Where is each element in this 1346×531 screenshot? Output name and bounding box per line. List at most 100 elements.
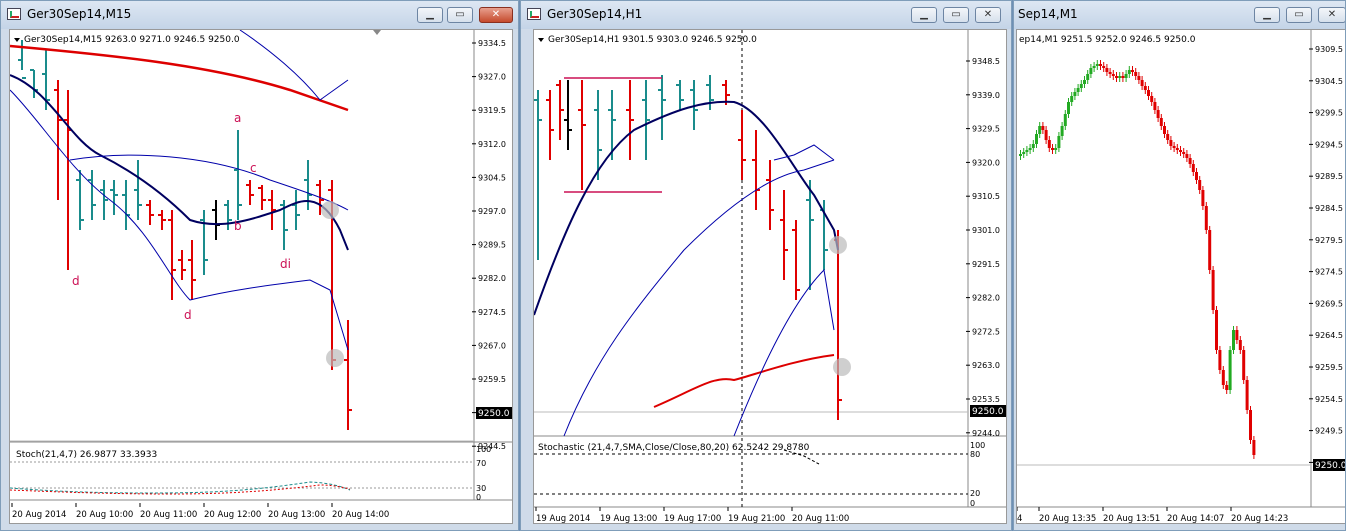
chart-header: Ger30Sep14,M15 9263.0 9271.0 9246.5 9250… (24, 35, 240, 45)
candle (1208, 230, 1212, 270)
x-tick-label: 20 Aug 13:35 (1039, 514, 1096, 523)
candle (1188, 158, 1192, 164)
candle (1147, 90, 1150, 96)
candle (1047, 140, 1051, 148)
wave-label: d (184, 308, 192, 322)
signal-marker (326, 349, 344, 367)
minimize-button[interactable]: ▁ (417, 7, 443, 23)
candle (1228, 350, 1232, 390)
y-tick-label: 9304.5 (478, 173, 506, 182)
x-tick-label: 19 Aug 2014 (536, 514, 590, 523)
candle (1095, 64, 1099, 66)
candle (1140, 80, 1144, 86)
candle (1153, 102, 1157, 110)
minimize-button[interactable]: ▁ (1254, 7, 1280, 23)
candle (1079, 84, 1083, 88)
y-tick-label: 9249.5 (1315, 427, 1343, 436)
close-button[interactable]: ✕ (1318, 7, 1345, 23)
candle (1038, 126, 1042, 134)
y-tick-label: 9289.5 (1315, 172, 1343, 181)
candle (1131, 70, 1134, 72)
candle (1238, 340, 1242, 350)
candle (1044, 130, 1048, 140)
y-tick-label: 9274.5 (1315, 268, 1343, 277)
h1-chart-svg: Ger30Sep14,H1 9301.5 9303.0 9246.5 9250.… (533, 30, 1006, 524)
window-titlebar[interactable]: Ger30Sep14,M15 ▁ ▭ ✕ (1, 1, 518, 29)
maximize-button[interactable]: ▭ (447, 7, 473, 23)
chart-area[interactable]: ep14,M1 9251.5 9252.0 9246.5 9250.0 9309… (1016, 29, 1346, 524)
x-tick-label: 20 Aug 11:00 (140, 510, 197, 520)
sub-tick: 100 (476, 445, 491, 454)
y-tick-label: 9289.5 (478, 241, 506, 250)
candle (1022, 152, 1026, 154)
close-button[interactable]: ✕ (975, 7, 1001, 23)
x-tick-label: 4 (1017, 514, 1022, 523)
svg-text:9250.0: 9250.0 (1315, 461, 1346, 471)
candle (1089, 68, 1093, 74)
candle (1028, 148, 1032, 150)
y-tick-label: 9312.0 (478, 140, 506, 149)
x-tick-label: 20 Aug 14:07 (1167, 514, 1224, 523)
m15-chart-svg: Ger30Sep14,M15 9263.0 9271.0 9246.5 9250… (9, 29, 512, 523)
candle (1218, 350, 1222, 370)
y-tick-label: 9263.0 (972, 361, 1000, 370)
candle (1105, 68, 1109, 72)
candle (1201, 190, 1205, 206)
candle (1204, 206, 1208, 230)
candle (1235, 330, 1239, 340)
y-tick-label: 9334.5 (478, 39, 506, 48)
sub-tick: 30 (476, 484, 486, 493)
maximize-button[interactable]: ▭ (1286, 7, 1312, 23)
candle (1086, 74, 1090, 80)
y-tick-label: 9259.5 (1315, 363, 1343, 372)
candle (1134, 72, 1138, 76)
candle (1076, 88, 1080, 92)
candle (1124, 74, 1128, 78)
y-tick-label: 9244.0 (972, 429, 1000, 438)
y-tick-label: 9279.5 (1315, 236, 1343, 245)
x-tick-label: 20 Aug 14:00 (332, 510, 389, 520)
chart-window-h1[interactable]: Ger30Sep14,H1 ▁ ▭ ✕ Ger30Sep14,H1 9301.5… (520, 0, 1012, 531)
y-tick-label: 9282.0 (972, 294, 1000, 303)
window-title: Ger30Sep14,H1 (547, 7, 643, 21)
sub-tick: 0 (476, 493, 481, 502)
x-tick-label: 19 Aug 13:00 (600, 514, 657, 523)
minimize-button[interactable]: ▁ (911, 7, 937, 23)
candle (1185, 154, 1189, 158)
candle (1159, 118, 1163, 126)
close-button[interactable]: ✕ (479, 7, 513, 23)
candle (1198, 180, 1202, 190)
y-tick-label: 9253.5 (972, 395, 1000, 404)
candle (1211, 270, 1215, 310)
candle (1137, 76, 1141, 80)
candle (1169, 140, 1173, 146)
candle (1118, 76, 1122, 78)
candle (1041, 126, 1045, 130)
chart-area[interactable]: Ger30Sep14,M15 9263.0 9271.0 9246.5 9250… (9, 29, 513, 524)
candle (1195, 172, 1198, 180)
window-titlebar[interactable]: Ger30Sep14,H1 ▁ ▭ ✕ (521, 1, 1011, 29)
y-tick-label: 9254.5 (1315, 395, 1343, 404)
candle (1143, 86, 1147, 90)
chart-window-m15[interactable]: Ger30Sep14,M15 ▁ ▭ ✕ Ger30Sep14,M15 9263… (0, 0, 519, 531)
candle (1249, 410, 1252, 440)
candle (1121, 76, 1125, 78)
candle (1232, 330, 1235, 350)
candle (1191, 164, 1195, 172)
x-tick-label: 20 Aug 12:00 (204, 510, 261, 520)
subwindow-label: Stoch(21,4,7) 26.9877 33.3933 (16, 450, 157, 460)
sub-tick: 100 (970, 441, 985, 450)
x-tick-label: 19 Aug 17:00 (664, 514, 721, 523)
x-tick-label: 20 Aug 10:00 (76, 510, 133, 520)
y-tick-label: 9272.5 (972, 327, 1000, 336)
maximize-button[interactable]: ▭ (943, 7, 969, 23)
chart-area[interactable]: Ger30Sep14,H1 9301.5 9303.0 9246.5 9250.… (533, 29, 1007, 524)
candle (1115, 76, 1118, 78)
y-tick-label: 9294.5 (1315, 140, 1343, 149)
x-tick-label: 20 Aug 13:00 (268, 510, 325, 520)
candle (1060, 126, 1064, 136)
signal-marker (833, 358, 851, 376)
candle (1156, 110, 1160, 118)
window-titlebar[interactable]: Sep14,M1 ▁ ▭ ✕ (1014, 1, 1345, 29)
chart-window-m1[interactable]: Sep14,M1 ▁ ▭ ✕ ep14,M1 9251.5 9252.0 924… (1013, 0, 1346, 531)
